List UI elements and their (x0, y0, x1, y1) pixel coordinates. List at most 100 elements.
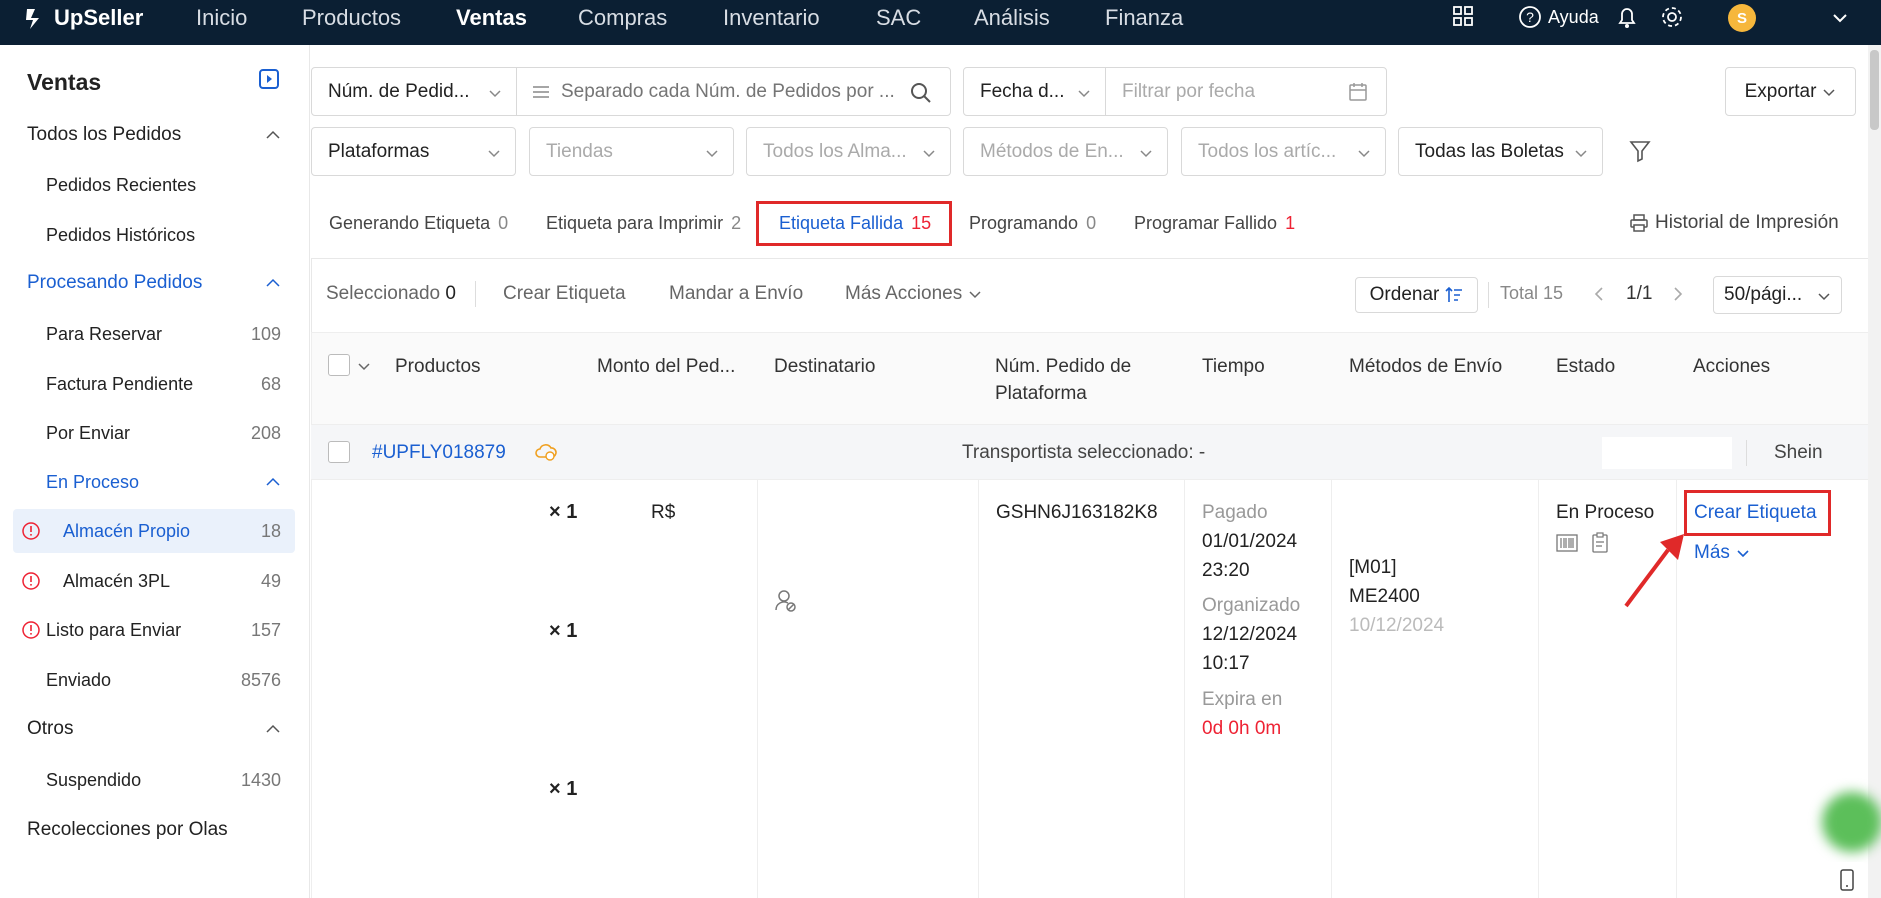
more-actions-link[interactable]: Más (1694, 538, 1750, 567)
page-size-select[interactable]: 50/pági... (1713, 276, 1842, 314)
apps-grid-icon[interactable] (1452, 5, 1474, 27)
sidebar-item-factura-pendiente[interactable]: Factura Pendiente 68 (0, 362, 295, 406)
selected-count: Seleccionado 0 (326, 283, 456, 305)
invoices-select[interactable]: Todas las Boletas (1398, 127, 1603, 176)
sidebar-item-suspendido[interactable]: Suspendido 1430 (0, 758, 295, 802)
column-metodos-envio: Métodos de Envío (1349, 356, 1503, 377)
sidebar-group-todos[interactable]: Todos los Pedidos (0, 113, 295, 157)
sidebar-item-listo-para-enviar[interactable]: Listo para Enviar 157 (0, 608, 295, 652)
order-id-link[interactable]: #UPFLY018879 (372, 438, 506, 467)
sidebar-group-en-proceso[interactable]: En Proceso (0, 460, 295, 504)
recipient-hidden-icon[interactable] (775, 589, 797, 613)
sidebar-item-almacen-propio[interactable]: Almacén Propio 18 (13, 509, 295, 553)
nav-finanza[interactable]: Finanza (1105, 5, 1183, 31)
shipping-methods-select[interactable]: Métodos de En... (963, 127, 1168, 176)
next-page-icon[interactable] (1670, 286, 1686, 302)
sidebar-item-count: 157 (250, 619, 281, 640)
sidebar-item-label: Todos los Pedidos (27, 124, 182, 145)
list-icon[interactable] (531, 82, 551, 102)
column-productos: Productos (395, 356, 481, 377)
sidebar-item-label: Enviado (46, 669, 112, 690)
nav-analisis[interactable]: Análisis (974, 5, 1050, 31)
barcode-icon[interactable] (1556, 534, 1578, 552)
warning-icon (22, 572, 40, 590)
date-type-select[interactable]: Fecha d... (964, 68, 1106, 115)
upseller-logo[interactable]: UpSeller (22, 5, 143, 31)
tab-generando-etiqueta[interactable]: Generando Etiqueta 0 (329, 213, 508, 234)
platforms-select[interactable]: Plataformas (311, 127, 516, 176)
chat-widget-button[interactable] (1822, 792, 1881, 852)
column-num-pedido-plataforma: Núm. Pedido de Plataforma (995, 356, 1132, 404)
chevron-down-icon (1818, 293, 1830, 301)
select-all-checkbox[interactable] (328, 354, 350, 376)
search-icon[interactable] (910, 82, 932, 104)
tab-programando[interactable]: Programando 0 (969, 213, 1096, 234)
sidebar-item-para-reservar[interactable]: Para Reservar 109 (0, 312, 295, 356)
sidebar-group-procesando[interactable]: Procesando Pedidos (0, 261, 295, 305)
platform-name: Shein (1774, 442, 1823, 463)
chevron-up-icon (266, 278, 280, 287)
nav-inventario[interactable]: Inventario (723, 5, 820, 31)
sidebar-item-almacen-3pl[interactable]: Almacén 3PL 49 (0, 559, 295, 603)
order-number-type-value: Núm. de Pedid... (328, 80, 470, 102)
warehouses-select[interactable]: Todos los Alma... (746, 127, 951, 176)
tab-etiqueta-para-imprimir[interactable]: Etiqueta para Imprimir 2 (546, 213, 741, 234)
document-icon[interactable] (1591, 532, 1609, 554)
sidebar-group-otros[interactable]: Otros (0, 707, 295, 751)
column-divider (1184, 480, 1185, 898)
logo-text: UpSeller (54, 5, 144, 30)
tab-label: Generando Etiqueta (329, 213, 491, 233)
items-select[interactable]: Todos los artíc... (1181, 127, 1386, 176)
nav-sac[interactable]: SAC (876, 5, 921, 31)
prev-page-icon[interactable] (1591, 286, 1607, 302)
svg-text:?: ? (1526, 9, 1534, 25)
calendar-icon[interactable] (1348, 82, 1368, 102)
order-checkbox[interactable] (328, 441, 350, 463)
sidebar-item-pedidos-historicos[interactable]: Pedidos Históricos (0, 213, 295, 257)
user-avatar[interactable]: S (1728, 4, 1756, 32)
sidebar-item-recolecciones[interactable]: Recolecciones por Olas (0, 808, 295, 852)
chevron-down-icon[interactable] (357, 359, 371, 373)
items-placeholder: Todos los artíc... (1198, 140, 1337, 162)
stores-placeholder: Tiendas (546, 140, 613, 162)
sidebar-item-enviado[interactable]: Enviado 8576 (0, 658, 295, 702)
sidebar-item-count: 109 (250, 323, 281, 344)
collapse-sidebar-icon[interactable] (258, 68, 280, 90)
sidebar-item-count: 8576 (240, 669, 281, 690)
account-chevron-down-icon[interactable] (1832, 10, 1848, 26)
print-history-link[interactable]: Historial de Impresión (1629, 212, 1839, 234)
export-label: Exportar (1744, 80, 1817, 102)
mobile-app-button[interactable] (1828, 862, 1868, 898)
tab-programar-fallido[interactable]: Programar Fallido 1 (1134, 213, 1295, 234)
advanced-filter-icon[interactable] (1628, 139, 1652, 163)
nav-ventas[interactable]: Ventas (456, 5, 527, 31)
sidebar-item-label: Suspendido (46, 769, 142, 790)
stores-select[interactable]: Tiendas (529, 127, 734, 176)
sidebar-item-pedidos-recientes[interactable]: Pedidos Recientes (0, 163, 295, 207)
order-search-input[interactable] (561, 80, 901, 103)
notification-bell-icon[interactable] (1616, 5, 1638, 29)
scrollbar-thumb[interactable] (1870, 50, 1879, 130)
export-button[interactable]: Exportar (1725, 67, 1856, 116)
order-number-type-select[interactable]: Núm. de Pedid... (312, 68, 517, 115)
sidebar-item-por-enviar[interactable]: Por Enviar 208 (0, 411, 295, 455)
column-divider (978, 480, 979, 898)
nav-productos[interactable]: Productos (302, 5, 401, 31)
nav-compras[interactable]: Compras (578, 5, 667, 31)
order-amount: R$ (651, 502, 676, 523)
tab-count: 2 (731, 213, 742, 233)
help-button[interactable]: ? Ayuda (1518, 5, 1599, 29)
send-to-shipping-button[interactable]: Mandar a Envío (669, 283, 803, 305)
sort-button[interactable]: Ordenar (1355, 277, 1478, 313)
more-actions-label: Más Acciones (845, 283, 963, 304)
date-range-input[interactable]: Filtrar por fecha (1106, 81, 1255, 103)
nav-inicio[interactable]: Inicio (196, 5, 247, 31)
create-label-toolbar-button[interactable]: Crear Etiqueta (503, 283, 626, 305)
highlight-annotation-box (1684, 490, 1831, 536)
settings-gear-icon[interactable] (1660, 5, 1684, 29)
organized-time: 10:17 (1202, 653, 1250, 674)
paid-date: 01/01/2024 (1202, 531, 1298, 552)
more-actions-button[interactable]: Más Acciones (845, 283, 982, 305)
vertical-scrollbar[interactable] (1868, 45, 1881, 898)
divider (1488, 282, 1489, 308)
